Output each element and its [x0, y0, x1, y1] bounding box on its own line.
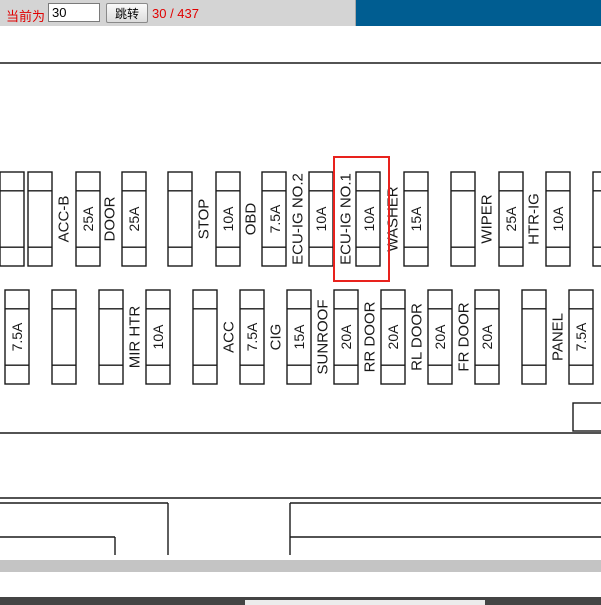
fuse-rating: 15A — [291, 324, 307, 350]
fuse-rating: 7.5A — [267, 204, 283, 233]
fuse-label: ACC — [221, 321, 238, 353]
fuse-rating: 25A — [503, 206, 519, 232]
fuse — [192, 289, 218, 385]
fuse-label: RR DOOR — [362, 301, 379, 372]
fuse-rating: 7.5A — [9, 322, 25, 351]
fuse-label: MIR HTR — [127, 306, 144, 369]
fuse-label: STOP — [196, 199, 213, 240]
fuse-rating: 20A — [385, 324, 401, 350]
fuse-rating: 10A — [550, 206, 566, 232]
fuse-rating: 7.5A — [573, 322, 589, 351]
fuse-rating: 7.5A — [244, 322, 260, 351]
fuse — [0, 171, 25, 267]
fuse-rating: 10A — [313, 206, 329, 232]
fuse-label: ACC-B — [56, 196, 73, 243]
fuse-label: CIG — [268, 324, 285, 351]
fuse-rating: 10A — [150, 324, 166, 350]
corner-block — [572, 402, 601, 432]
fuse — [27, 171, 53, 267]
fuse-label: OBD — [243, 203, 260, 236]
fuse — [51, 289, 77, 385]
fuse-label: RL DOOR — [409, 303, 426, 371]
fuse-rating: 15A — [408, 206, 424, 232]
fuse-label: WIPER — [479, 194, 496, 243]
fuse-label: DOOR — [102, 196, 119, 241]
horizontal-scrollbar[interactable] — [0, 560, 601, 572]
fuse — [167, 171, 193, 267]
fuse — [592, 171, 601, 267]
fuse-diagram-svg: ACC-B DOOR STOP OBD ECU-IG NO.2 ECU-IG NO.1 WA… — [0, 62, 601, 555]
fuse-label: ECU-IG NO.2 — [290, 173, 307, 265]
fuse-label: PANEL — [550, 313, 567, 361]
fuse-rating: 20A — [479, 324, 495, 350]
fuse-rating: 10A — [220, 206, 236, 232]
fuse-rating: 25A — [80, 206, 96, 232]
fuse-rating: 25A — [126, 206, 142, 232]
highlight-box — [333, 156, 390, 282]
fuse-rating: 20A — [432, 324, 448, 350]
fuse-label: SUNROOF — [315, 300, 332, 375]
fuse — [98, 289, 124, 385]
fuse — [450, 171, 476, 267]
fuse-label: FR DOOR — [456, 302, 473, 371]
fuse-rating: 20A — [338, 324, 354, 350]
bottom-tab[interactable] — [245, 600, 485, 605]
fuse-label: HTR-IG — [526, 193, 543, 245]
fuse — [521, 289, 547, 385]
